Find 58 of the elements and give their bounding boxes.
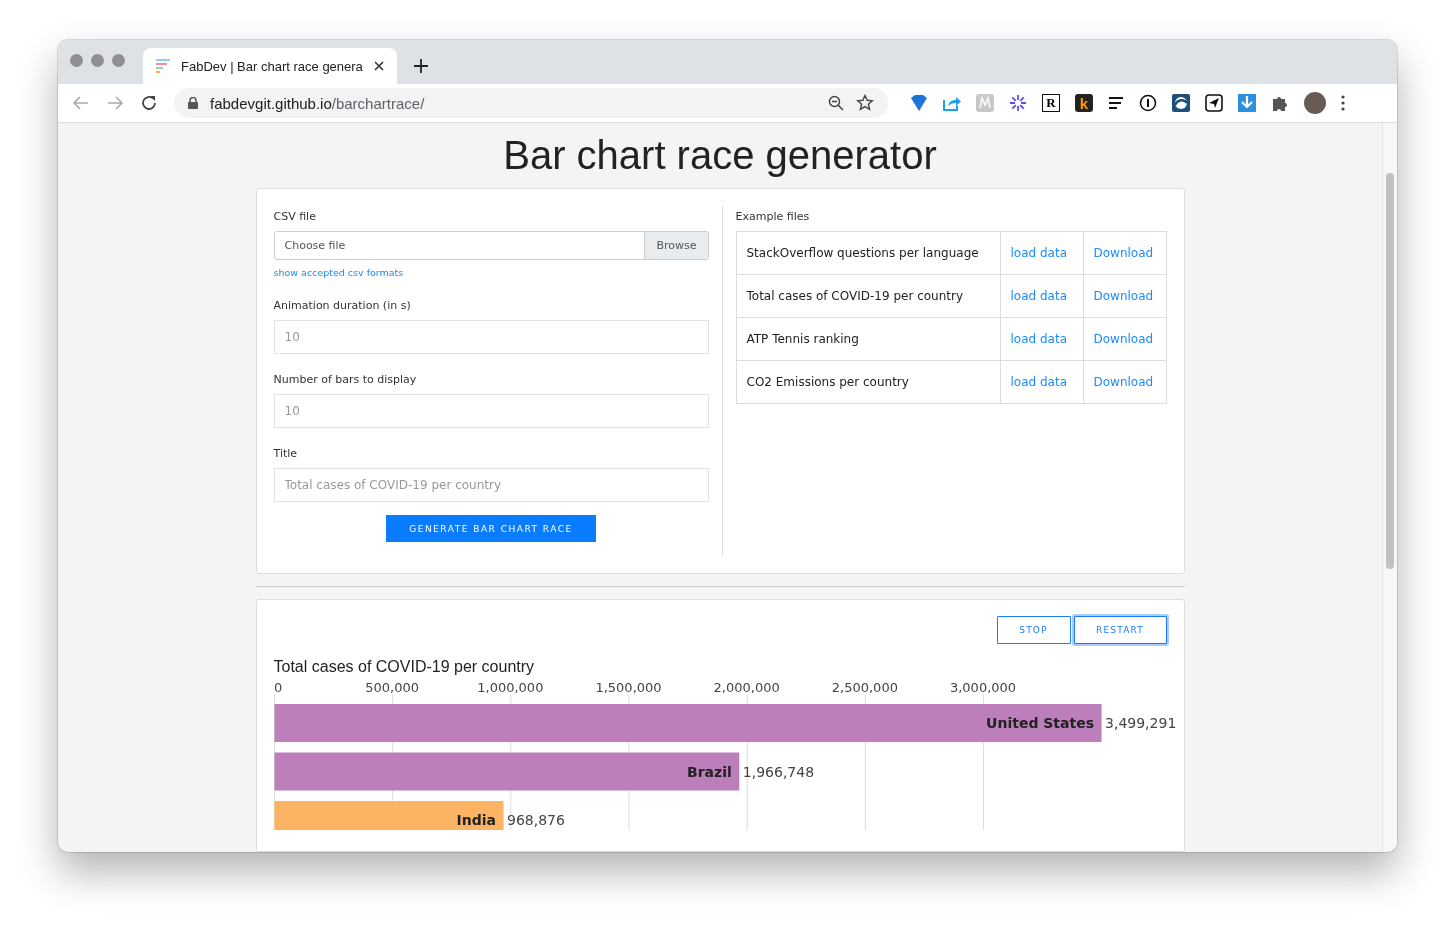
browse-button[interactable]: Browse xyxy=(644,232,708,259)
table-cell: ATP Tennis ranking xyxy=(736,317,1000,361)
value-label: 1,966,748 xyxy=(742,763,814,780)
table-cell: Total cases of COVID-19 per country xyxy=(736,274,1000,318)
sunburst-icon[interactable] xyxy=(1009,94,1027,112)
axis-tick-label: 0 xyxy=(273,680,282,695)
bar-label: India xyxy=(456,812,496,828)
paper-plane-icon[interactable] xyxy=(1205,94,1223,112)
text-field[interactable]: 10 xyxy=(273,394,709,428)
value-label: 3,499,291 xyxy=(1104,715,1176,731)
field-label: Number of bars to display xyxy=(273,373,418,386)
value-label: 968,876 xyxy=(506,812,565,828)
diamond-icon[interactable] xyxy=(910,94,928,112)
k-extension-icon[interactable]: k xyxy=(1075,94,1093,112)
zoom-out-icon[interactable] xyxy=(828,95,844,111)
axis-tick-label: 1,500,000 xyxy=(594,680,662,695)
close-icon[interactable] xyxy=(372,60,385,72)
url-text: fabdevgit.github.io/barchartrace/ xyxy=(210,94,425,112)
section-label: Example files xyxy=(735,210,811,223)
text-field[interactable]: 10 xyxy=(273,320,709,354)
chart-title: Total cases of COVID-19 per country xyxy=(273,658,536,676)
axis-tick-label: 2,500,000 xyxy=(831,680,898,695)
axis-tick-label: 3,000,000 xyxy=(949,680,1016,695)
table-cell: CO2 Emissions per country xyxy=(736,360,1000,404)
bar-label: United States xyxy=(985,715,1094,731)
formats-link[interactable]: show accepted csv formats xyxy=(273,267,404,278)
generate-button[interactable]: GENERATE BAR CHART RACE xyxy=(386,515,596,542)
axis-tick-label: 1,000,000 xyxy=(476,680,543,695)
puzzle-icon[interactable] xyxy=(1271,94,1289,112)
bars-logo-icon xyxy=(155,58,171,74)
page-heading: Bar chart race generator xyxy=(503,133,937,178)
field-label: CSV file xyxy=(273,210,317,223)
more-menu-icon[interactable] xyxy=(1341,95,1345,111)
text-lines-icon[interactable] xyxy=(1108,96,1124,110)
axis-tick-label: 500,000 xyxy=(364,680,419,695)
field-label: Animation duration (in s) xyxy=(273,299,412,312)
text-field[interactable]: Total cases of COVID-19 per country xyxy=(273,468,709,502)
new-tab-icon[interactable] xyxy=(412,58,429,74)
file-input[interactable]: Choose file Browse xyxy=(273,231,709,260)
field-label: Title xyxy=(273,447,299,460)
avatar[interactable] xyxy=(1304,92,1326,114)
lock-icon xyxy=(188,97,198,109)
globe-icon[interactable] xyxy=(1172,94,1190,112)
info-icon[interactable] xyxy=(1139,94,1157,112)
scrollbar-thumb[interactable] xyxy=(1386,173,1394,569)
bar-label: Brazil xyxy=(686,763,732,780)
download-icon[interactable] xyxy=(1238,94,1256,112)
star-icon[interactable] xyxy=(856,94,874,112)
share-icon[interactable] xyxy=(943,95,961,111)
browser-tab[interactable]: FabDev | Bar chart race genera xyxy=(143,48,397,84)
address-bar[interactable]: fabdevgit.github.io/barchartrace/ xyxy=(174,88,888,118)
stop-button[interactable]: STOP xyxy=(996,616,1071,644)
table-cell: StackOverflow questions per language xyxy=(736,231,1000,275)
restart-button[interactable]: RESTART xyxy=(1073,616,1167,644)
r-extension-icon[interactable]: R xyxy=(1042,94,1060,112)
axis-tick-label: 2,000,000 xyxy=(713,680,780,695)
reload-icon[interactable] xyxy=(140,94,158,112)
tab-title: FabDev | Bar chart race genera xyxy=(181,58,363,74)
